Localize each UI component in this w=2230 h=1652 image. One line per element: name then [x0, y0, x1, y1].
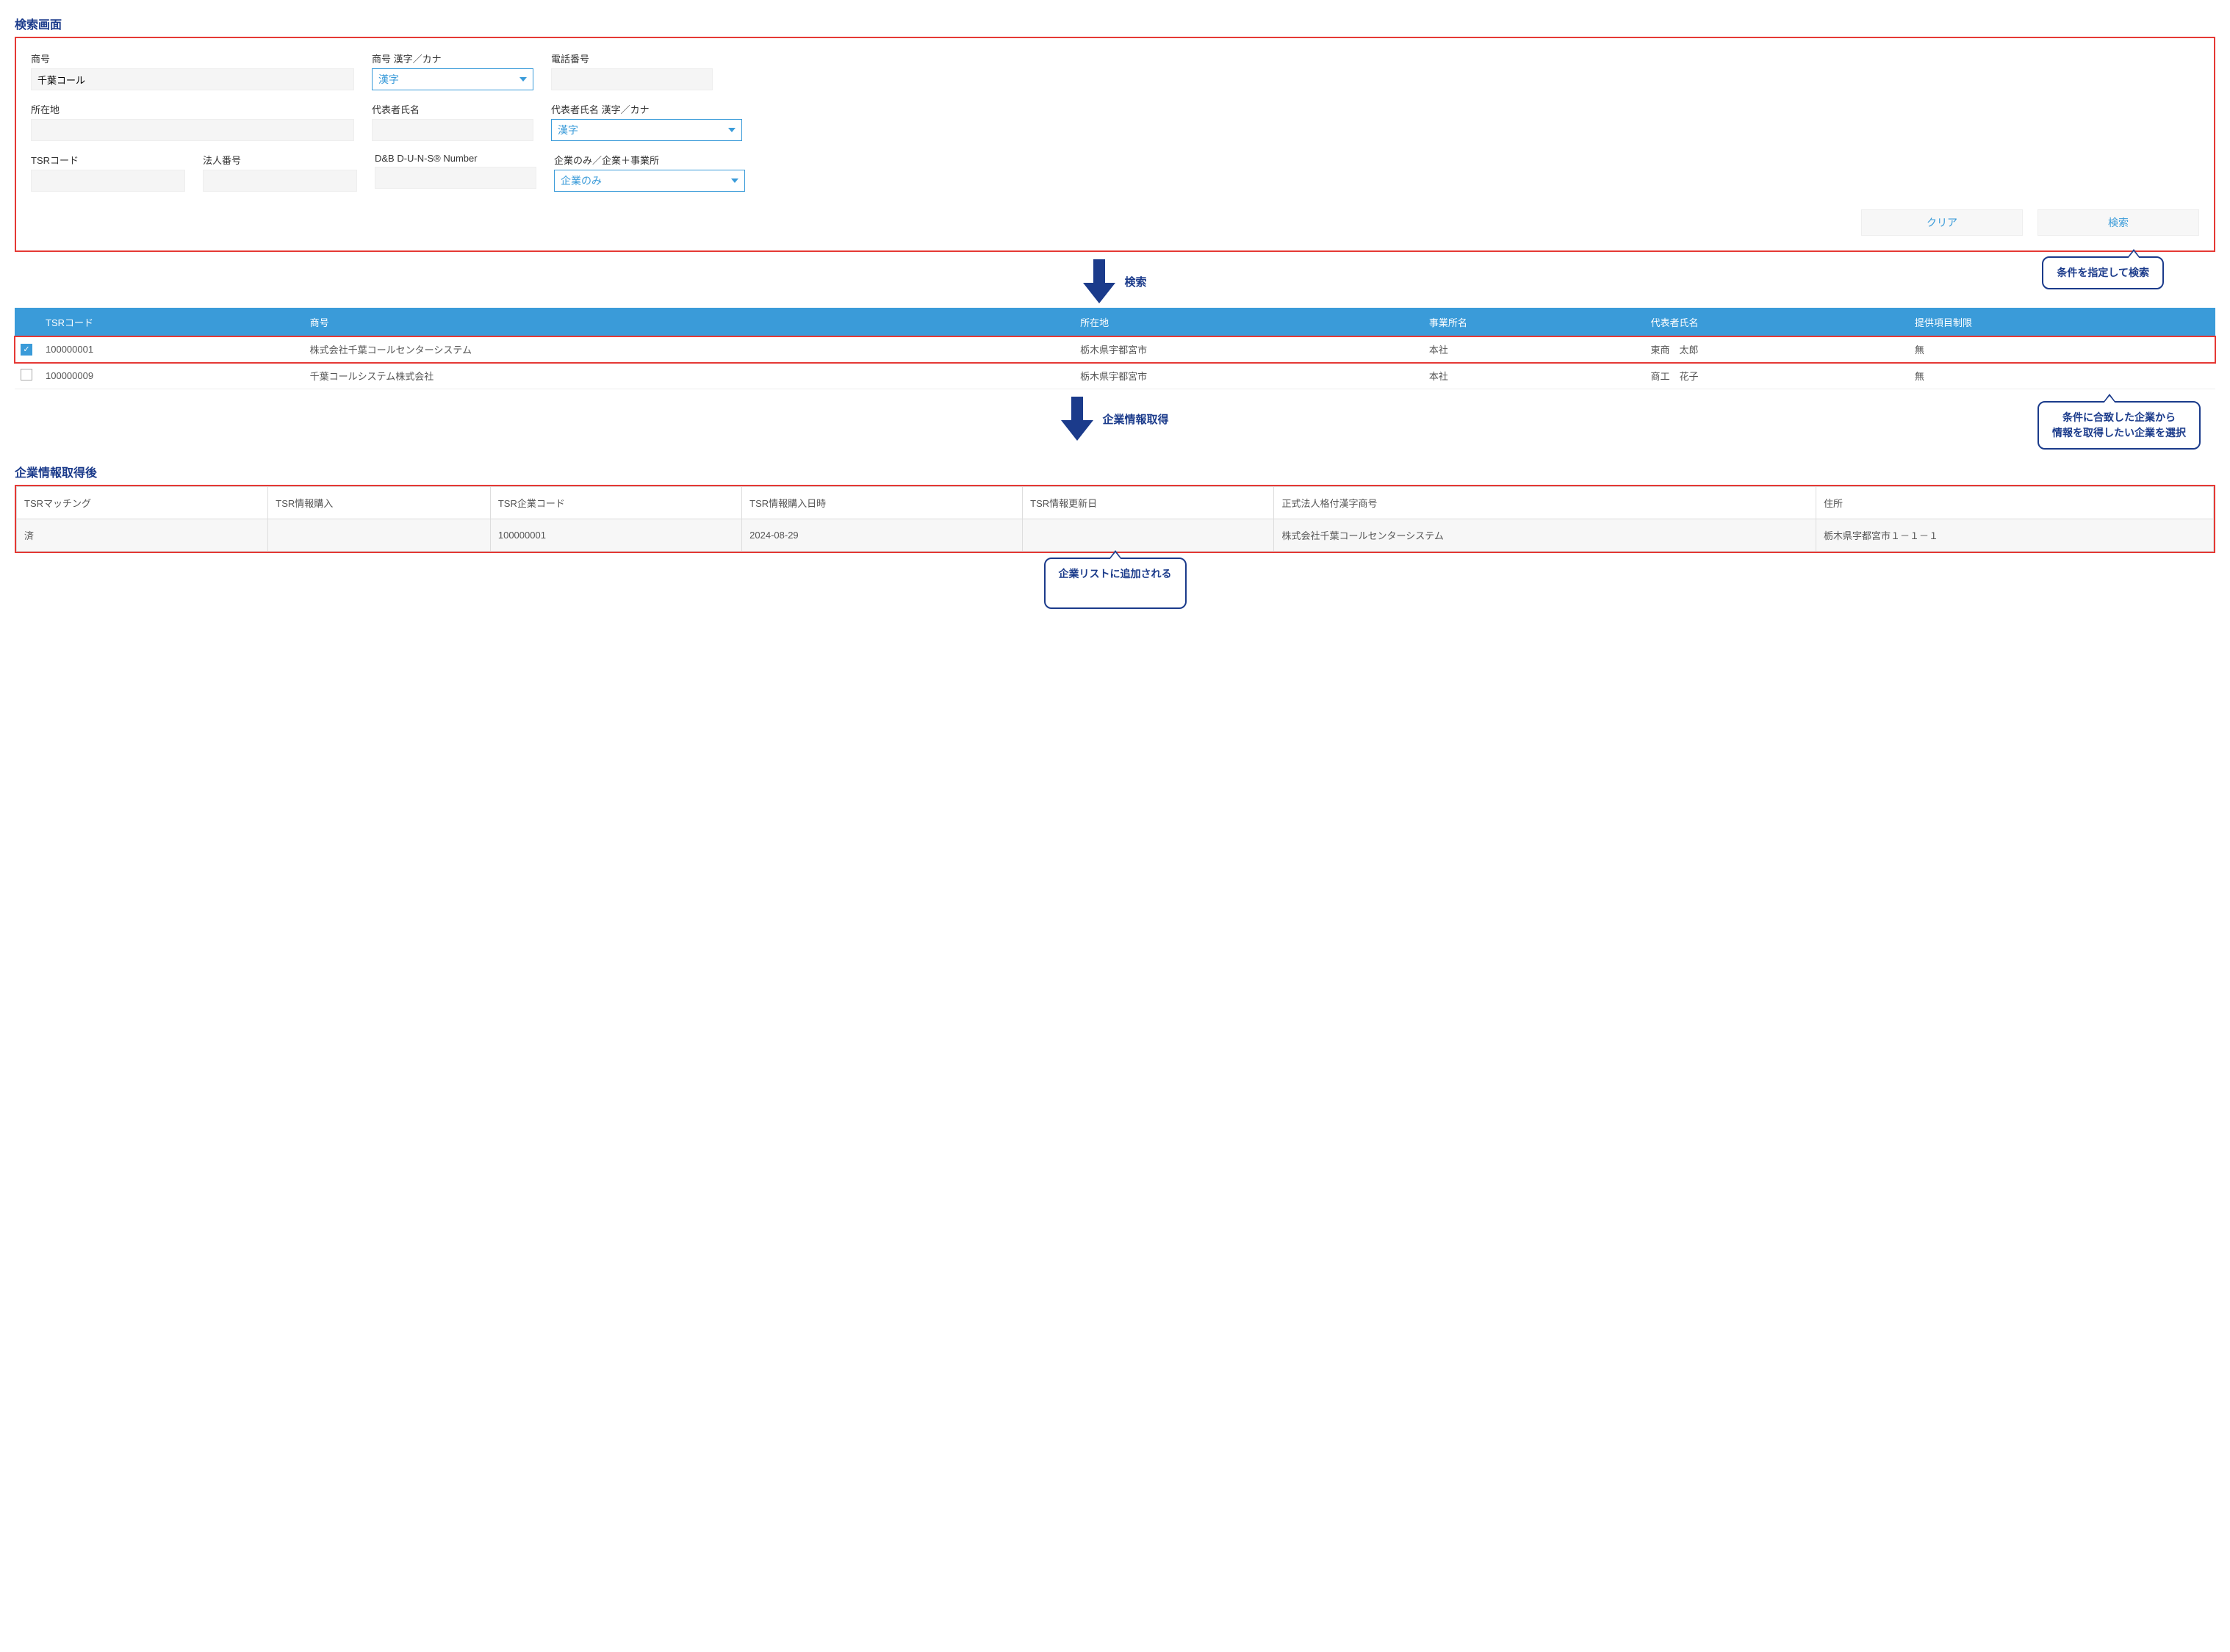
select-scope[interactable]: 企業のみ — [554, 170, 745, 192]
clear-button[interactable]: クリア — [1861, 209, 2023, 236]
input-phone[interactable] — [551, 68, 713, 90]
input-company-name[interactable] — [31, 68, 354, 90]
label-company-name: 商号 — [31, 51, 354, 65]
table-row[interactable]: 100000009 千葉コールシステム株式会社 栃木県宇都宮市 本社 商工 花子… — [15, 363, 2215, 389]
cell-office: 本社 — [1423, 363, 1645, 389]
input-tsr-code[interactable] — [31, 170, 185, 192]
callout-search-condition: 条件を指定して検索 — [2042, 256, 2164, 289]
cell-tsr: 100000001 — [40, 336, 304, 363]
cell-office: 本社 — [1423, 336, 1645, 363]
input-corp-number[interactable] — [203, 170, 357, 192]
checkbox-unchecked-icon[interactable] — [21, 369, 32, 380]
cell-addr: 栃木県宇都宮市 — [1074, 363, 1423, 389]
th-name: 商号 — [304, 308, 1074, 336]
select-value: 企業のみ — [561, 173, 602, 188]
label-tsr-code: TSRコード — [31, 153, 185, 167]
label-address: 所在地 — [31, 102, 354, 116]
cell-addr: 栃木県宇都宮市 — [1074, 336, 1423, 363]
label-scope: 企業のみ／企業＋事業所 — [554, 153, 745, 167]
dth-formal-name: 正式法人格付漢字商号 — [1274, 487, 1816, 519]
input-address[interactable] — [31, 119, 354, 141]
arrow-down-icon — [1061, 397, 1093, 441]
arrow-label-fetch: 企業情報取得 — [1102, 411, 1168, 427]
dth-match: TSRマッチング — [17, 487, 268, 519]
dtd-formal-name: 株式会社千葉コールセンターシステム — [1274, 519, 1816, 552]
search-panel: 商号 商号 漢字／カナ 漢字 電話番号 所在地 代表者氏名 代表者氏名 漢字／カ… — [15, 37, 2215, 252]
cell-rep: 商工 花子 — [1645, 363, 1909, 389]
callout-line: 情報を取得したい企業を選択 — [2052, 425, 2186, 441]
th-rep: 代表者氏名 — [1645, 308, 1909, 336]
th-addr: 所在地 — [1074, 308, 1423, 336]
cell-name: 株式会社千葉コールセンターシステム — [304, 336, 1074, 363]
label-duns: D&B D-U-N-S® Number — [375, 153, 536, 164]
dtd-update-date — [1023, 519, 1274, 552]
chevron-down-icon — [728, 128, 735, 132]
dth-update-date: TSR情報更新日 — [1023, 487, 1274, 519]
chevron-down-icon — [731, 178, 738, 183]
dtd-addr: 栃木県宇都宮市１－１－１ — [1816, 519, 2214, 552]
arrow-down-icon — [1083, 259, 1115, 303]
checkbox-checked-icon[interactable]: ✓ — [21, 344, 32, 356]
dth-addr: 住所 — [1816, 487, 2214, 519]
select-rep-name-type[interactable]: 漢字 — [551, 119, 742, 141]
cell-limit: 無 — [1909, 336, 2215, 363]
results-table: TSRコード 商号 所在地 事業所名 代表者氏名 提供項目制限 ✓ 100000… — [15, 308, 2215, 389]
dtd-code: 100000001 — [490, 519, 741, 552]
dtd-purchase-date: 2024-08-29 — [742, 519, 1023, 552]
callout-select-company: 条件に合致した企業から 情報を取得したい企業を選択 — [2037, 401, 2201, 450]
dtd-match: 済 — [17, 519, 268, 552]
callout-added-to-list: 企業リストに追加される — [1044, 558, 1187, 609]
input-rep-name[interactable] — [372, 119, 533, 141]
chevron-down-icon — [519, 77, 527, 82]
label-rep-name-type: 代表者氏名 漢字／カナ — [551, 102, 742, 116]
table-row[interactable]: ✓ 100000001 株式会社千葉コールセンターシステム 栃木県宇都宮市 本社… — [15, 336, 2215, 363]
select-value: 漢字 — [558, 123, 578, 137]
select-value: 漢字 — [378, 72, 399, 87]
label-company-name-type: 商号 漢字／カナ — [372, 51, 533, 65]
section-title-result: 企業情報取得後 — [15, 463, 2215, 480]
th-office: 事業所名 — [1423, 308, 1645, 336]
th-tsr: TSRコード — [40, 308, 304, 336]
dth-purchase: TSR情報購入 — [268, 487, 491, 519]
label-corp-number: 法人番号 — [203, 153, 357, 167]
arrow-label-search: 検索 — [1124, 274, 1146, 289]
dth-purchase-date: TSR情報購入日時 — [742, 487, 1023, 519]
cell-rep: 東商 太郎 — [1645, 336, 1909, 363]
dtd-purchase — [268, 519, 491, 552]
cell-name: 千葉コールシステム株式会社 — [304, 363, 1074, 389]
cell-limit: 無 — [1909, 363, 2215, 389]
detail-table: TSRマッチング TSR情報購入 TSR企業コード TSR情報購入日時 TSR情… — [16, 486, 2214, 552]
callout-line: 条件に合致した企業から — [2052, 410, 2186, 425]
detail-panel: TSRマッチング TSR情報購入 TSR企業コード TSR情報購入日時 TSR情… — [15, 485, 2215, 553]
section-title-search: 検索画面 — [15, 15, 2215, 32]
th-limit: 提供項目制限 — [1909, 308, 2215, 336]
search-button[interactable]: 検索 — [2037, 209, 2199, 236]
label-phone: 電話番号 — [551, 51, 713, 65]
dth-code: TSR企業コード — [490, 487, 741, 519]
select-company-name-type[interactable]: 漢字 — [372, 68, 533, 90]
label-rep-name: 代表者氏名 — [372, 102, 533, 116]
input-duns[interactable] — [375, 167, 536, 189]
cell-tsr: 100000009 — [40, 363, 304, 389]
